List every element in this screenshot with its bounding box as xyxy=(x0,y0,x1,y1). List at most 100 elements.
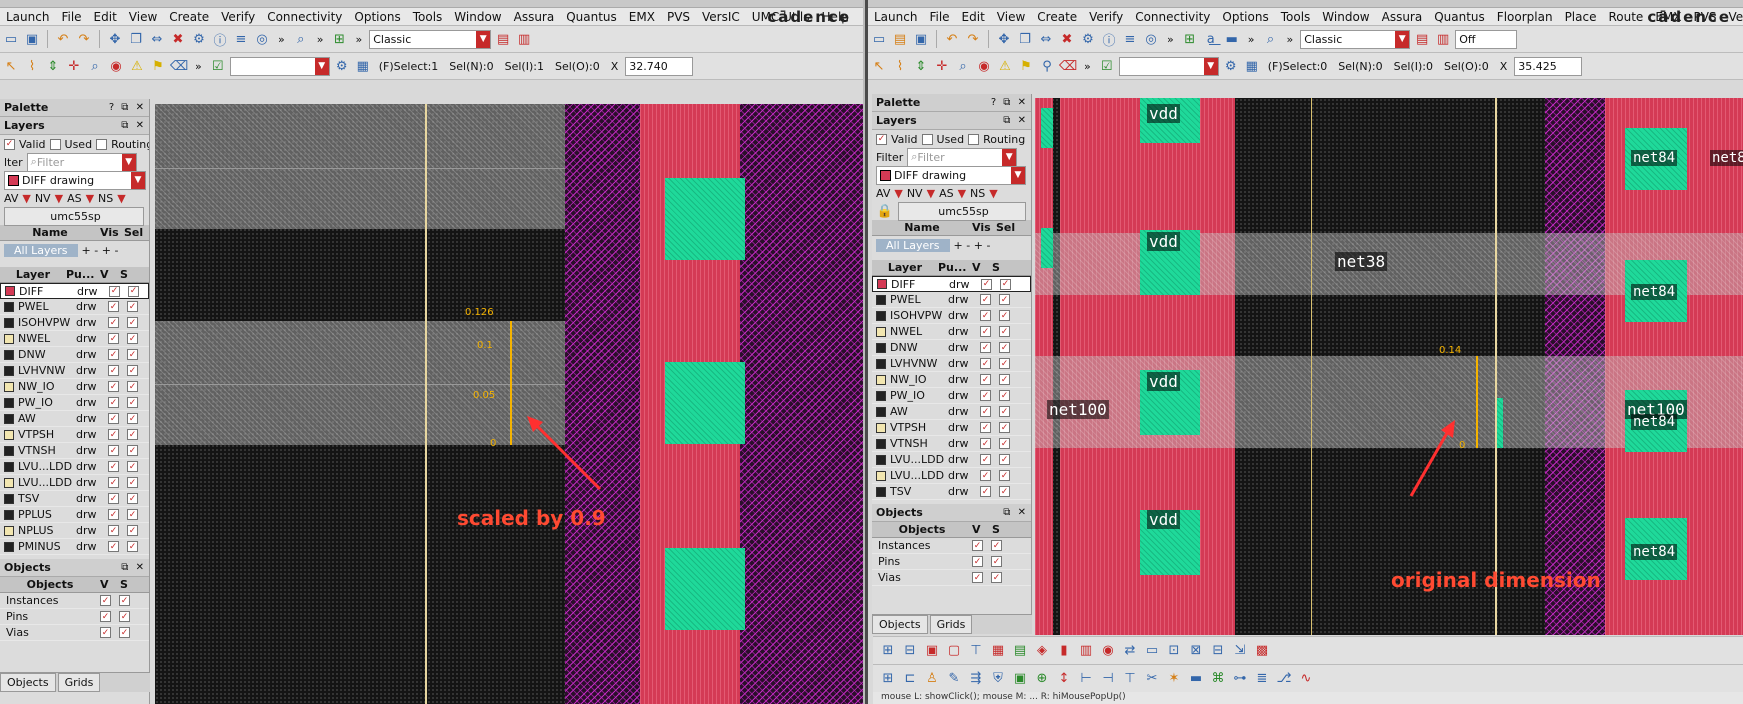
menu-connectivity[interactable]: Connectivity xyxy=(261,10,348,24)
save-icon[interactable]: ▣ xyxy=(23,30,41,48)
current-layer-select[interactable]: DIFF drawing ▼ xyxy=(876,165,1026,185)
layer-row[interactable]: ISOHVPW drw ✓ ✓ xyxy=(0,315,149,331)
visible-checkbox[interactable]: ✓ xyxy=(108,493,119,504)
visible-checkbox[interactable]: ✓ xyxy=(980,438,991,449)
selectable-checkbox[interactable]: ✓ xyxy=(127,413,138,424)
tab-grids[interactable]: Grids xyxy=(57,673,101,692)
ruler-icon[interactable]: ⌇ xyxy=(891,57,909,75)
abut-icon[interactable]: ⇄ xyxy=(1121,642,1139,660)
redo-icon[interactable]: ↷ xyxy=(75,30,93,48)
visible-checkbox[interactable]: ✓ xyxy=(108,429,119,440)
menu-emx[interactable]: EMX xyxy=(623,10,661,24)
selectable-checkbox[interactable]: ✓ xyxy=(127,445,138,456)
menu-tools[interactable]: Tools xyxy=(407,10,449,24)
visible-checkbox[interactable]: ✓ xyxy=(980,422,991,433)
selectable-checkbox[interactable]: ✓ xyxy=(999,390,1010,401)
info-icon[interactable]: ⓘ xyxy=(211,30,229,49)
layer-filter-input[interactable]: ⌕ Filter ▼ xyxy=(907,147,1018,167)
menu-view[interactable]: View xyxy=(991,10,1031,24)
flag-as[interactable]: AS xyxy=(67,192,82,205)
menu-connectivity[interactable]: Connectivity xyxy=(1129,10,1216,24)
visible-checkbox[interactable]: ✓ xyxy=(108,349,119,360)
delete-icon[interactable]: ✖ xyxy=(169,30,187,48)
layer-filter-input[interactable]: ⌕ Filter ▼ xyxy=(26,152,137,172)
marker-icon[interactable]: ◈ xyxy=(1033,642,1051,660)
layer-row[interactable]: PWEL drw ✓ ✓ xyxy=(872,292,1031,308)
visible-checkbox[interactable]: ✓ xyxy=(980,406,991,417)
selectable-checkbox[interactable]: ✓ xyxy=(127,349,138,360)
selectable-checkbox[interactable]: ✓ xyxy=(999,310,1010,321)
used-checkbox[interactable] xyxy=(921,133,933,145)
layer-row[interactable]: VTPSH drw ✓ ✓ xyxy=(872,420,1031,436)
filter-select[interactable]: ▼ xyxy=(229,56,330,76)
copy-icon[interactable]: ❐ xyxy=(127,30,145,48)
layer-row[interactable]: NPLUS drw ✓ ✓ xyxy=(0,523,149,539)
menu-verify[interactable]: Verify xyxy=(1083,10,1129,24)
merge-icon[interactable]: ⊤ xyxy=(1121,670,1139,688)
matrix-icon[interactable]: ▩ xyxy=(1253,642,1271,660)
connect-icon[interactable]: ⌘ xyxy=(1209,670,1227,688)
visible-checkbox[interactable]: ✓ xyxy=(108,365,119,376)
menu-assura[interactable]: Assura xyxy=(1376,10,1429,24)
selectable-checkbox[interactable]: ✓ xyxy=(999,326,1010,337)
menu-floorplan[interactable]: Floorplan xyxy=(1491,10,1559,24)
search-icon[interactable]: ⌕ xyxy=(1261,30,1279,48)
menu-quantus[interactable]: Quantus xyxy=(1428,10,1491,24)
new-icon[interactable]: ▭ xyxy=(870,30,888,48)
layer-row[interactable]: PW_IO drw ✓ ✓ xyxy=(872,388,1031,404)
selectable-checkbox[interactable]: ✓ xyxy=(127,477,138,488)
menu-tools[interactable]: Tools xyxy=(1275,10,1317,24)
workspace-delete-icon[interactable]: ▥ xyxy=(1434,30,1452,48)
mode-select[interactable]: Off xyxy=(1455,29,1518,49)
selectable-checkbox[interactable]: ✓ xyxy=(999,422,1010,433)
selectable-checkbox[interactable]: ✓ xyxy=(127,333,138,344)
used-checkbox[interactable] xyxy=(49,138,61,150)
guard-ring-icon[interactable]: ▣ xyxy=(1011,670,1029,688)
undo-icon[interactable]: ↶ xyxy=(54,30,72,48)
selectable-checkbox[interactable]: ✓ xyxy=(999,374,1010,385)
stack-icon[interactable]: ≣ xyxy=(1253,670,1271,688)
gear-icon[interactable]: ⚙ xyxy=(1222,57,1240,75)
selectable-checkbox[interactable]: ✓ xyxy=(999,406,1010,417)
menu-edit[interactable]: Edit xyxy=(88,10,123,24)
layer-row[interactable]: PPLUS drw ✓ ✓ xyxy=(0,507,149,523)
visible-checkbox[interactable]: ✓ xyxy=(980,470,991,481)
selectable-checkbox[interactable]: ✓ xyxy=(127,509,138,520)
menu-file[interactable]: File xyxy=(55,10,87,24)
wrench-icon[interactable]: ✎ xyxy=(945,670,963,688)
marker-icon[interactable]: ◉ xyxy=(107,57,125,75)
selectable-checkbox[interactable]: ✓ xyxy=(1000,278,1011,290)
selectable-checkbox[interactable]: ✓ xyxy=(127,365,138,376)
layer-row[interactable]: NWEL drw ✓ ✓ xyxy=(872,324,1031,340)
menu-versic[interactable]: VersIC xyxy=(696,10,746,24)
layer-row[interactable]: DNW drw ✓ ✓ xyxy=(0,347,149,363)
align-icon[interactable]: ≡ xyxy=(232,30,250,48)
layer-row[interactable]: LVU...LDD drw ✓ ✓ xyxy=(872,468,1031,484)
menu-pvs[interactable]: PVS xyxy=(661,10,696,24)
selectable-checkbox[interactable]: ✓ xyxy=(999,486,1010,497)
visible-checkbox[interactable]: ✓ xyxy=(980,294,991,305)
workspace-select[interactable]: Classic ▼ xyxy=(369,29,492,49)
create-instance-icon[interactable]: ⊞ xyxy=(330,30,348,48)
visible-checkbox[interactable]: ✓ xyxy=(980,326,991,337)
visible-checkbox[interactable]: ✓ xyxy=(980,374,991,385)
selectable-checkbox[interactable]: ✓ xyxy=(127,429,138,440)
zoom-icon[interactable]: ⌕ xyxy=(86,57,104,75)
visible-checkbox[interactable]: ✓ xyxy=(980,390,991,401)
label-icon[interactable]: a͟ xyxy=(1202,30,1220,48)
check-icon[interactable]: ☑ xyxy=(209,57,227,75)
person-icon[interactable]: ♙ xyxy=(923,670,941,688)
snap-icon[interactable]: ⇕ xyxy=(44,57,62,75)
spacing-icon[interactable]: ↕ xyxy=(1055,670,1073,688)
target-icon[interactable]: ◉ xyxy=(1099,642,1117,660)
chain-icon[interactable]: ⊏ xyxy=(901,670,919,688)
visible-checkbox[interactable]: ✓ xyxy=(980,486,991,497)
pin-icon[interactable]: ▣ xyxy=(923,642,941,660)
grid-fill-icon[interactable]: ▦ xyxy=(989,642,1007,660)
route-icon[interactable]: ⊟ xyxy=(901,642,919,660)
layer-row[interactable]: TSV drw ✓ ✓ xyxy=(0,491,149,507)
menu-launch[interactable]: Launch xyxy=(868,10,923,24)
layer-row[interactable]: DIFF drw ✓ ✓ xyxy=(872,276,1031,292)
select-mode-icon[interactable]: ↖ xyxy=(870,57,888,75)
zoom-icon[interactable]: ⌕ xyxy=(954,57,972,75)
